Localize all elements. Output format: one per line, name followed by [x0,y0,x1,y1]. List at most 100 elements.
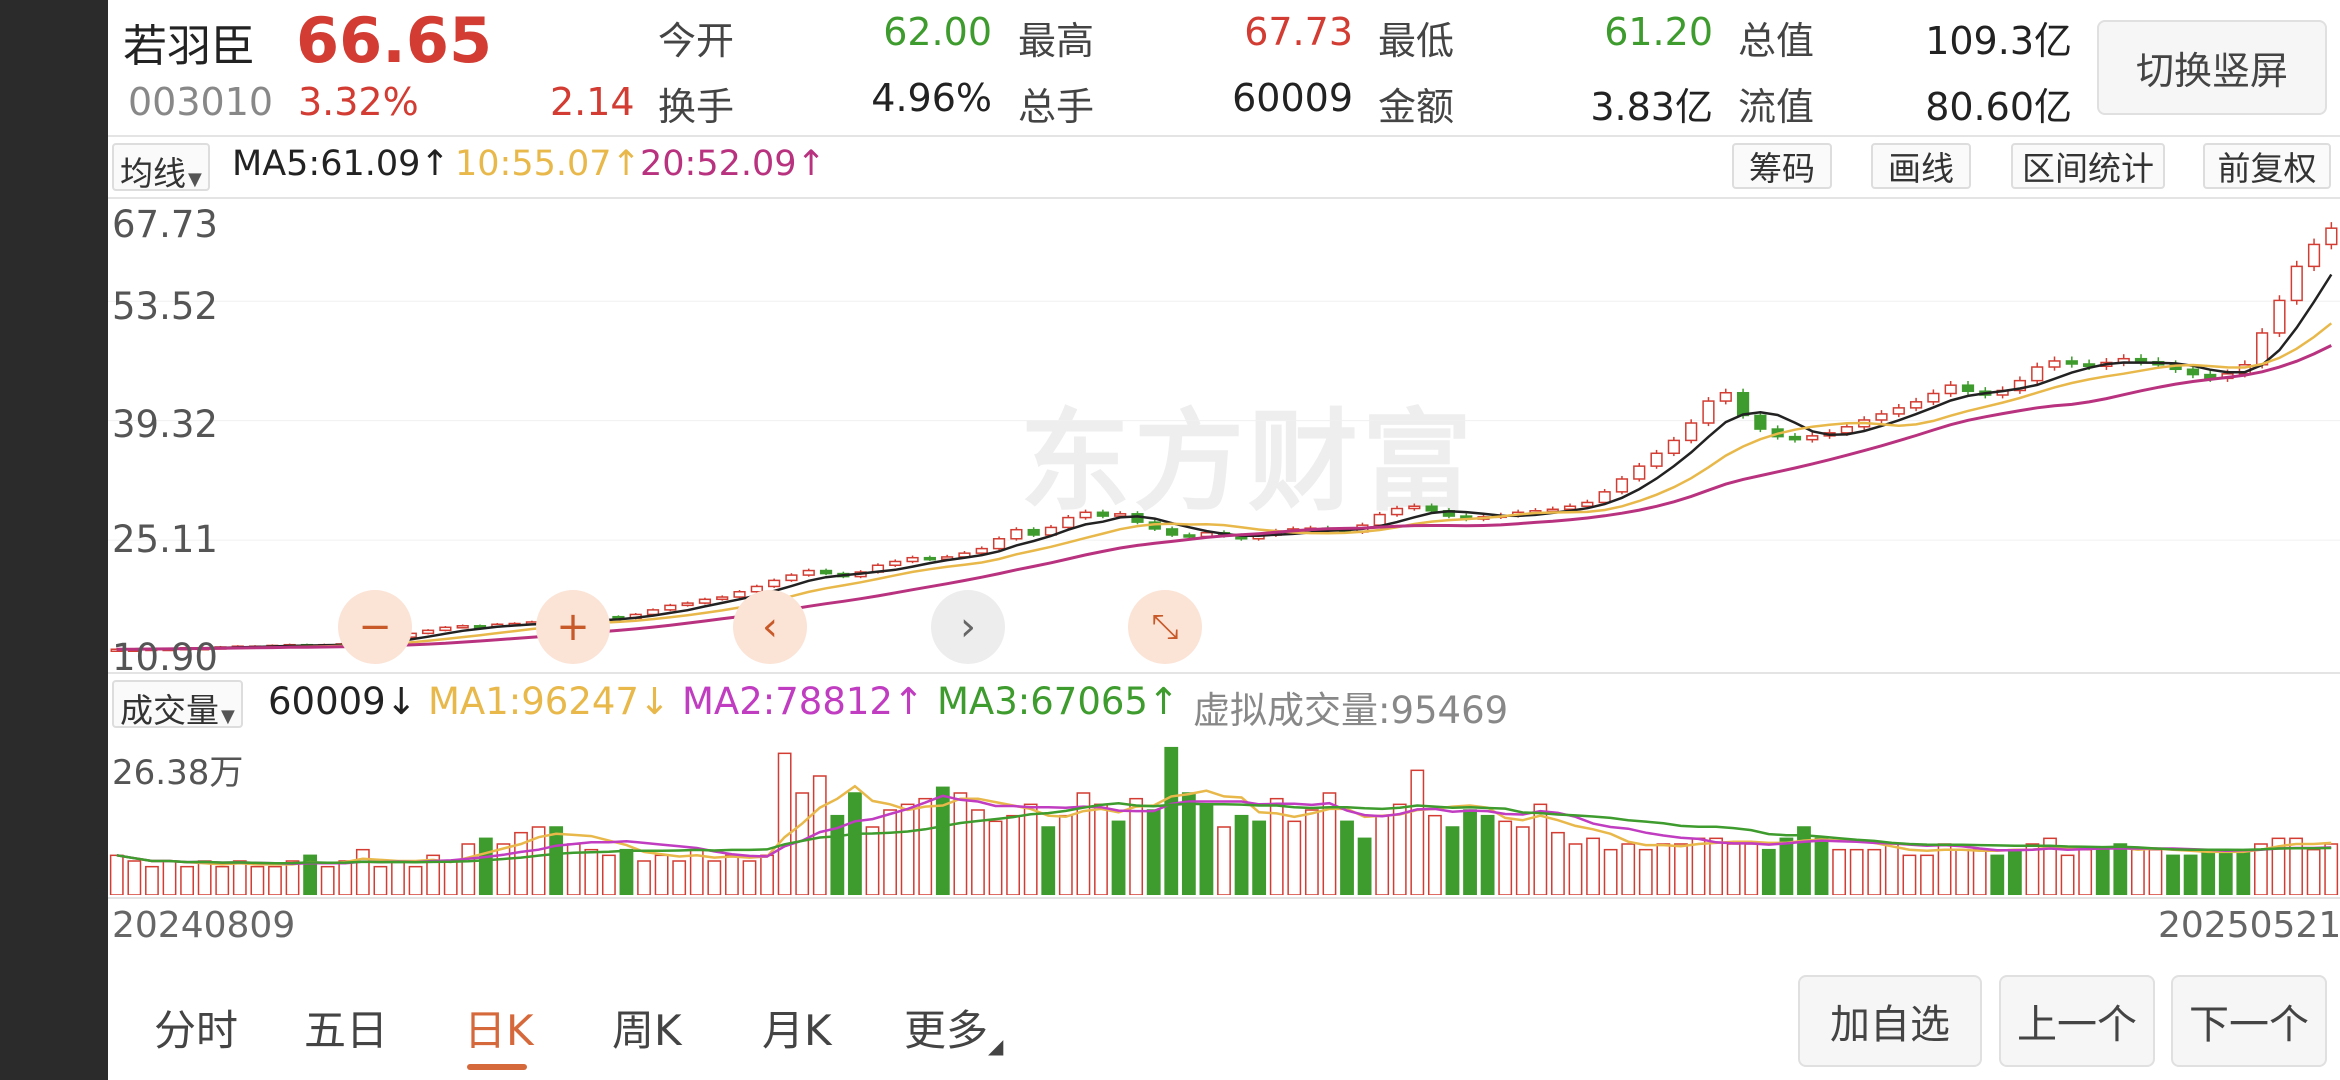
volume-selector-dropdown[interactable]: 成交量 ▼ [112,680,243,730]
candle [698,598,712,604]
tab-intraday[interactable]: 分时 [154,997,238,1058]
tab-monthly-k[interactable]: 月K [762,997,832,1058]
volume-bar [1023,803,1038,895]
volume-ma3: MA3:67065↑ [937,680,1179,723]
chevron-right-icon: › [960,604,976,650]
volume-bar [1902,854,1917,895]
volume-bar [848,792,862,895]
volume-chart[interactable] [108,730,2340,895]
float-cap-value: 80.60亿 [1925,85,2072,129]
candle [1944,384,1957,395]
candle [1598,491,1611,504]
volume-bar [1129,797,1144,895]
volume-bar [1568,843,1583,895]
volume-bar [109,854,124,895]
volume-bar [2324,843,2339,895]
ma10-line [116,322,2333,651]
tab-daily-k[interactable]: 日K [464,997,534,1058]
candle [768,579,781,588]
volume-selector-label: 成交量 [120,691,219,730]
zoom-in-button[interactable]: + [536,590,610,664]
scroll-right-button[interactable]: › [931,590,1005,664]
ma20-value: 20:52.09↑ [640,144,826,184]
volume-bar [1234,814,1249,895]
volume-bar [1674,843,1688,895]
volume-bar [2130,848,2145,895]
ma-selector-dropdown[interactable]: 均线 ▼ [112,143,210,193]
y-tick-label: 53.52 [112,285,218,328]
volume-bar [619,848,634,895]
candle [1390,507,1404,516]
y-tick-label: 25.11 [112,518,218,561]
ma5-line [116,273,2333,651]
candle [1650,452,1663,467]
candle [2256,332,2269,366]
high-label: 最高 [1018,19,1095,63]
zoom-out-button[interactable]: − [338,590,412,664]
volume-bar [672,860,687,895]
draw-line-button[interactable]: 画线 [1871,143,1971,189]
candle [1909,401,1923,409]
candle [1788,435,1802,441]
volume-bar [1849,848,1864,895]
candle [1114,513,1127,517]
switch-portrait-button[interactable]: 切换竖屏 [2097,20,2327,115]
volume-bar [1427,814,1442,895]
active-tab-indicator [467,1064,527,1070]
candle [1702,400,1715,424]
candle [1010,528,1023,540]
tab-more[interactable]: 更多◢ [904,997,1003,1058]
candle [1754,414,1767,430]
volume-bar [2218,848,2233,895]
candle [456,625,469,629]
volume-current: 60009↓ [268,680,417,723]
volume-bar [760,854,774,895]
volume-bar [1357,837,1372,895]
volume-bar [1392,803,1407,895]
candle [992,538,1006,550]
candle [1840,426,1853,434]
candle [1736,391,1750,417]
volume-bar [1287,820,1302,895]
minus-icon: − [358,604,392,650]
candle [1079,511,1092,519]
volume-bar [1340,820,1354,895]
scroll-left-button[interactable]: ‹ [733,590,807,664]
next-button[interactable]: 下一个 [2171,975,2327,1067]
left-system-bar [0,0,108,1080]
tab-five-day[interactable]: 五日 [304,997,388,1058]
volume-bar [1656,843,1671,895]
kline-chart[interactable] [108,200,2340,670]
volume-label: 总手 [1018,85,1095,129]
volume-bar [1937,843,1952,895]
volume-bar [1181,792,1196,895]
volume-bar [1691,837,1706,895]
candle [2307,243,2321,268]
candle [785,574,798,582]
previous-button[interactable]: 上一个 [1999,975,2155,1067]
volume-bar [2201,848,2216,895]
volume-bar [2166,854,2180,895]
chips-button[interactable]: 筹码 [1732,143,1832,189]
volume-bar [865,826,880,895]
reset-zoom-button[interactable]: ⤡ [1128,590,1202,664]
volume-bar [988,820,1003,895]
start-date: 20240809 [112,905,296,946]
volume-bar [496,843,511,895]
volume-bar [1463,809,1477,895]
divider [108,897,2340,899]
corner-triangle-icon: ◢ [988,1034,1004,1058]
volume-bar [637,860,651,895]
volume-bar [320,865,335,895]
tab-weekly-k[interactable]: 周K [612,997,682,1058]
candle [1633,465,1646,480]
volume-bar [478,837,493,895]
add-watchlist-button[interactable]: 加自选 [1798,975,1982,1067]
range-stats-button[interactable]: 区间统计 [2011,143,2165,189]
volume-bar [338,860,353,895]
volume-bar [285,860,300,895]
volume-bar [918,797,933,895]
volume-bar [601,854,616,895]
open-label: 今开 [658,19,735,63]
forward-adjust-button[interactable]: 前复权 [2203,143,2331,189]
